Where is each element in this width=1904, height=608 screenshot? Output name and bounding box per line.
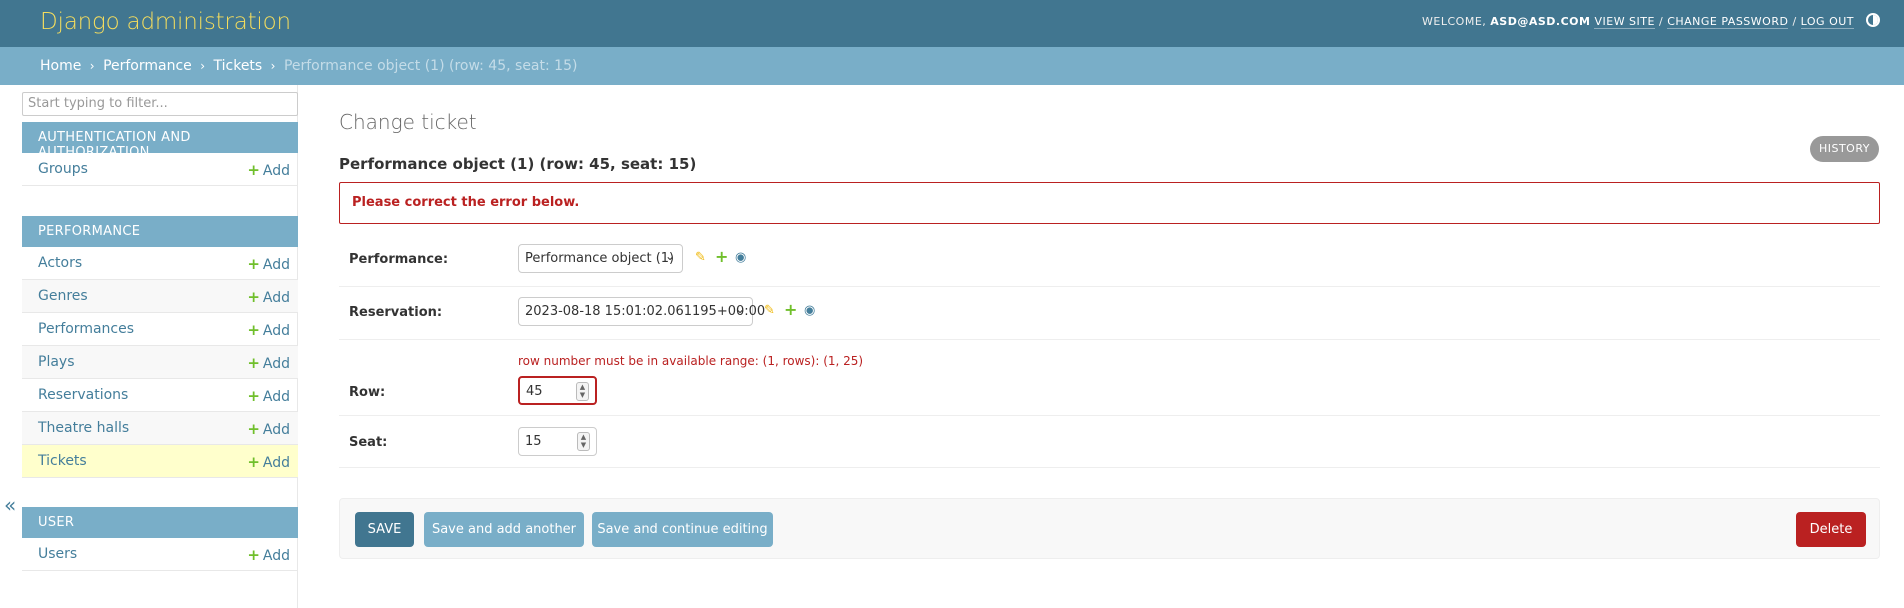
page-title: Change ticket — [339, 110, 477, 134]
error-note: Please correct the error below. — [339, 182, 1880, 224]
breadcrumb-current: Performance object (1) (row: 45, seat: 1… — [283, 58, 578, 74]
separator: / — [1792, 15, 1797, 28]
change-password-link[interactable]: CHANGE PASSWORD — [1667, 15, 1789, 29]
model-link[interactable]: Actors — [38, 255, 82, 271]
model-link[interactable]: Groups — [38, 161, 88, 177]
module-caption-user[interactable]: User — [22, 507, 298, 538]
add-link[interactable]: + Add — [247, 420, 290, 438]
performance-label: Performance: — [349, 252, 449, 267]
sidebar-item-performances[interactable]: Performances + Add — [22, 313, 298, 346]
pencil-icon[interactable]: ✎ — [764, 303, 775, 318]
stepper-icon[interactable]: ▲ ▼ — [576, 382, 589, 401]
sidebar-collapse-button[interactable]: « — [4, 493, 16, 517]
sidebar-item-tickets[interactable]: Tickets + Add — [22, 445, 298, 478]
sidebar-item-actors[interactable]: Actors + Add — [22, 247, 298, 280]
eye-icon[interactable]: ◉ — [735, 250, 746, 265]
module-caption-performance[interactable]: Performance — [22, 216, 298, 247]
breadcrumb-home[interactable]: Home — [40, 58, 81, 74]
plus-icon: + — [247, 354, 260, 372]
chevron-down-icon: ⌄ — [664, 249, 675, 263]
view-site-link[interactable]: VIEW SITE — [1594, 15, 1655, 29]
sidebar-item-users[interactable]: Users + Add — [22, 538, 298, 571]
model-link[interactable]: Reservations — [38, 387, 128, 403]
model-link[interactable]: Genres — [38, 288, 88, 304]
add-link[interactable]: + Add — [247, 453, 290, 471]
add-link[interactable]: + Add — [247, 255, 290, 273]
sidebar-item-plays[interactable]: Plays + Add — [22, 346, 298, 379]
module-caption-auth[interactable]: Authentication and Authorization — [22, 122, 298, 160]
site-name[interactable]: Django administration — [40, 9, 291, 35]
model-link[interactable]: Theatre halls — [38, 420, 129, 436]
add-link[interactable]: + Add — [247, 387, 290, 405]
row-input[interactable]: 45 ▲ ▼ — [518, 376, 597, 405]
row-label: Row: — [349, 385, 386, 400]
plus-icon: + — [247, 161, 260, 179]
plus-icon: + — [247, 255, 260, 273]
theme-toggle-icon[interactable] — [1866, 13, 1880, 27]
add-link[interactable]: + Add — [247, 354, 290, 372]
model-link[interactable]: Performances — [38, 321, 134, 337]
model-link[interactable]: Plays — [38, 354, 75, 370]
breadcrumb-sep: › — [270, 59, 276, 73]
breadcrumb: Home › Performance › Tickets › Performan… — [0, 47, 1904, 85]
sidebar-item-reservations[interactable]: Reservations + Add — [22, 379, 298, 412]
seat-label: Seat: — [349, 435, 388, 450]
plus-icon[interactable]: + — [784, 300, 797, 319]
reservation-label: Reservation: — [349, 305, 443, 320]
breadcrumb-sep: › — [89, 59, 95, 73]
save-continue-button[interactable]: Save and continue editing — [592, 512, 773, 547]
user-tools: WELCOME, ASD@ASD.COM VIEW SITE / CHANGE … — [1422, 15, 1854, 29]
add-link[interactable]: + Add — [247, 546, 290, 564]
performance-select[interactable]: Performance object (1) ⌄ — [518, 244, 683, 273]
form-row-performance: Performance: Performance object (1) ⌄ ✎ … — [339, 233, 1880, 287]
breadcrumb-app[interactable]: Performance — [103, 58, 192, 74]
plus-icon: + — [247, 453, 260, 471]
plus-icon: + — [247, 288, 260, 306]
separator: / — [1658, 15, 1664, 28]
eye-icon[interactable]: ◉ — [804, 303, 815, 318]
chevron-down-icon: ⌄ — [734, 302, 745, 316]
sidebar-item-theatre-halls[interactable]: Theatre halls + Add — [22, 412, 298, 445]
sidebar-item-genres[interactable]: Genres + Add — [22, 280, 298, 313]
nav-filter-input[interactable]: Start typing to filter... — [22, 92, 298, 116]
sidebar-item-groups[interactable]: Groups + Add — [22, 153, 298, 186]
form-row-seat: Seat: 15 ▲ ▼ — [339, 416, 1880, 468]
plus-icon: + — [247, 387, 260, 405]
save-button[interactable]: SAVE — [355, 512, 414, 547]
history-button[interactable]: History — [1810, 136, 1879, 162]
add-link[interactable]: + Add — [247, 321, 290, 339]
form-row-row: Row: 45 ▲ ▼ — [339, 340, 1880, 416]
reservation-select[interactable]: 2023-08-18 15:01:02.061195+00:00 ⌄ — [518, 297, 765, 326]
breadcrumb-sep: › — [200, 59, 206, 73]
plus-icon[interactable]: + — [715, 247, 728, 266]
save-add-another-button[interactable]: Save and add another — [424, 512, 584, 547]
add-link[interactable]: + Add — [247, 288, 290, 306]
plus-icon: + — [247, 420, 260, 438]
model-link[interactable]: Tickets — [38, 453, 87, 469]
object-title: Performance object (1) (row: 45, seat: 1… — [339, 155, 697, 173]
breadcrumb-model[interactable]: Tickets — [214, 58, 263, 74]
header: Django administration WELCOME, ASD@ASD.C… — [0, 0, 1904, 47]
delete-button[interactable]: Delete — [1796, 512, 1866, 547]
form-row-reservation: Reservation: 2023-08-18 15:01:02.061195+… — [339, 287, 1880, 340]
pencil-icon[interactable]: ✎ — [695, 250, 706, 265]
welcome-text: WELCOME, — [1422, 15, 1487, 28]
stepper-icon[interactable]: ▲ ▼ — [577, 432, 590, 451]
plus-icon: + — [247, 321, 260, 339]
seat-input[interactable]: 15 ▲ ▼ — [518, 427, 597, 456]
sidebar: Start typing to filter... Authentication… — [22, 85, 298, 608]
plus-icon: + — [247, 546, 260, 564]
add-link[interactable]: + Add — [247, 161, 290, 179]
log-out-link[interactable]: LOG OUT — [1800, 15, 1854, 29]
model-link[interactable]: Users — [38, 546, 77, 562]
username: ASD@ASD.COM — [1490, 15, 1591, 28]
submit-row: SAVE Save and add another Save and conti… — [339, 498, 1880, 559]
